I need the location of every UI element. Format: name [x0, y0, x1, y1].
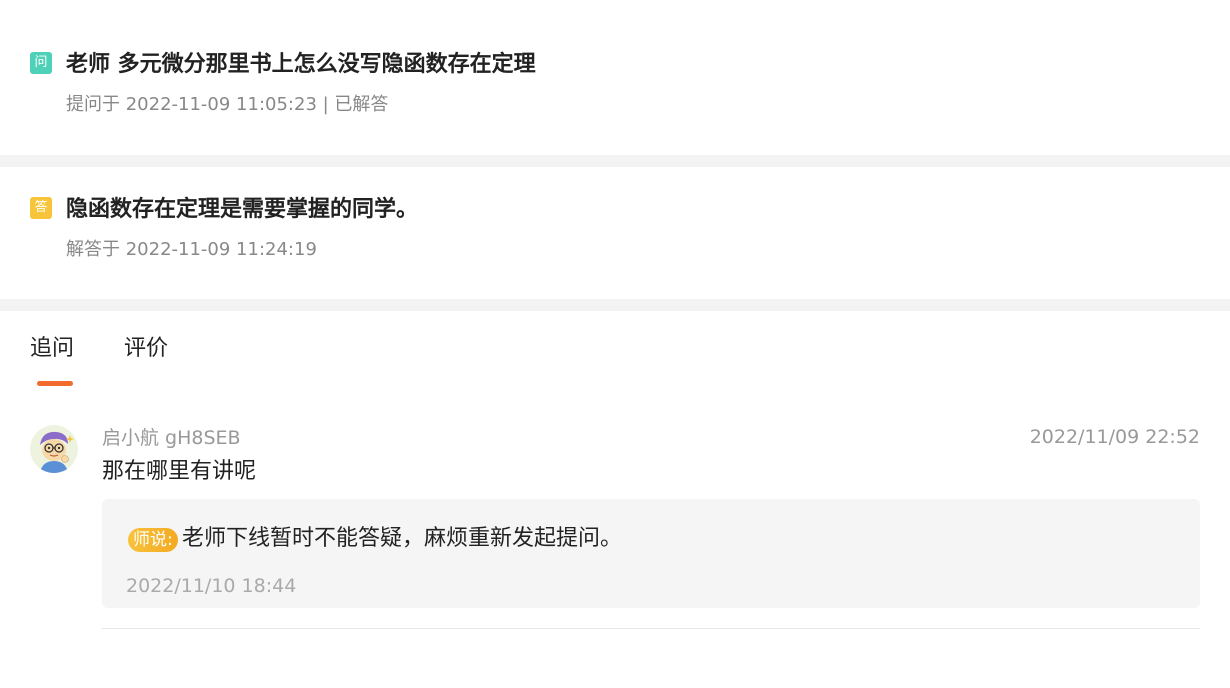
teacher-reply-text: 老师下线暂时不能答疑，麻烦重新发起提问。	[182, 526, 623, 551]
active-tab-indicator	[37, 381, 73, 386]
question-title: 老师 多元微分那里书上怎么没写隐函数存在定理	[66, 52, 536, 77]
tab-followup[interactable]: 追问	[30, 333, 74, 365]
followup-text: 那在哪里有讲呢	[102, 459, 257, 484]
followup-timestamp: 2022/11/09 22:52	[1029, 426, 1200, 448]
section-divider	[0, 299, 1230, 311]
question-badge-icon: 问	[30, 52, 52, 74]
answer-badge-icon: 答	[30, 197, 52, 219]
cartoon-avatar-icon[interactable]	[30, 425, 78, 473]
answer-title: 隐函数存在定理是需要掌握的同学。	[66, 197, 419, 222]
section-divider	[0, 155, 1230, 167]
answer-meta: 解答于 2022-11-09 11:24:19	[66, 239, 317, 260]
teacher-reply-timestamp: 2022/11/10 18:44	[126, 575, 297, 597]
teacher-says-badge: 师说:	[128, 528, 178, 552]
tab-review[interactable]: 评价	[124, 333, 168, 365]
question-meta: 提问于 2022-11-09 11:05:23 | 已解答	[66, 94, 389, 115]
teacher-reply-box: 师说: 老师下线暂时不能答疑，麻烦重新发起提问。 2022/11/10 18:4…	[102, 499, 1200, 608]
username: 启小航 gH8SEB	[102, 427, 241, 449]
item-divider	[102, 628, 1200, 629]
